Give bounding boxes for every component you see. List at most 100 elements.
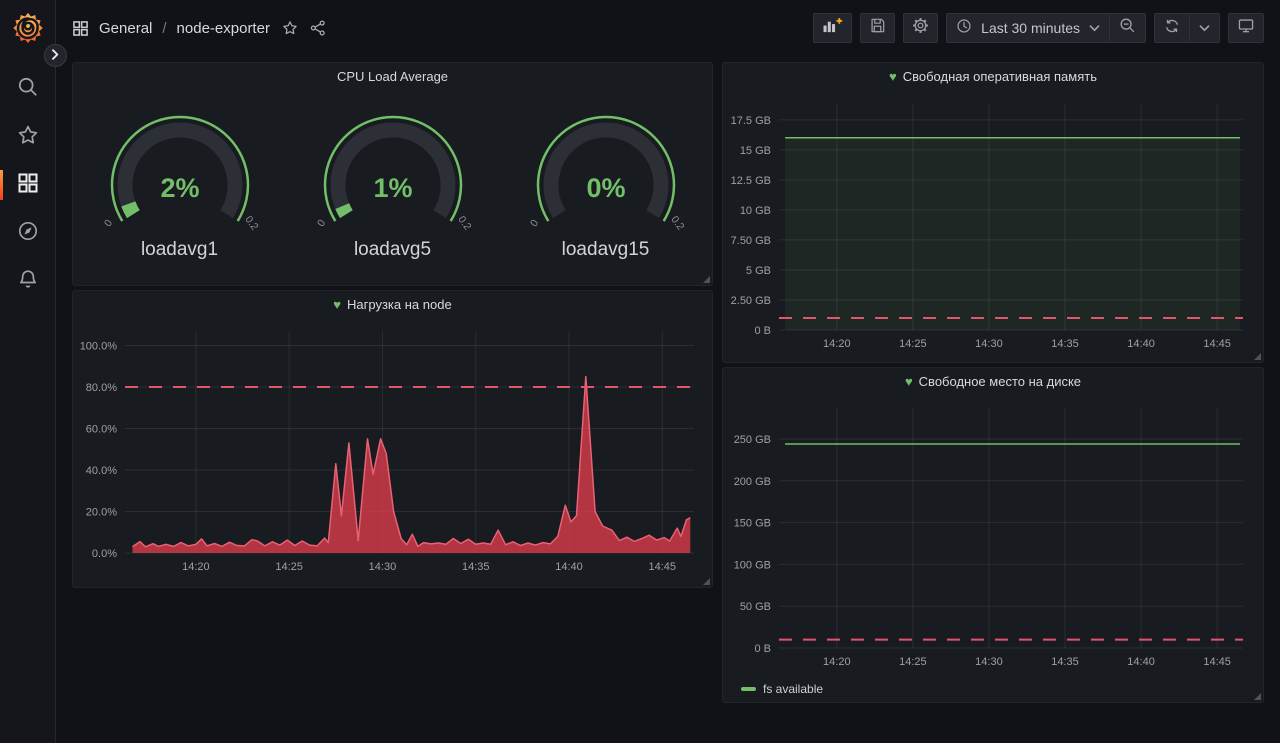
panel-resize-handle[interactable] [703, 276, 710, 283]
svg-text:14:35: 14:35 [1051, 656, 1079, 668]
dashboard-settings-button[interactable] [903, 13, 938, 43]
gauge-loadavg5: 1%00.2 loadavg5 [298, 113, 488, 261]
panel-resize-handle[interactable] [1254, 353, 1261, 360]
main-area: General / node-exporter [56, 0, 1280, 743]
time-range-label: Last 30 minutes [981, 20, 1080, 36]
svg-text:14:35: 14:35 [1051, 338, 1079, 350]
panel-node-load: ♥ Нагрузка на node 14:2014:2514:3014:351… [72, 290, 713, 588]
refresh-interval-dropdown[interactable] [1189, 14, 1219, 42]
svg-text:0.2: 0.2 [242, 214, 260, 233]
gauge-label: loadavg1 [141, 239, 218, 261]
node-load-chart[interactable]: 14:2014:2514:3014:3514:4014:450.0%20.0%4… [79, 317, 706, 581]
alert-ok-heart-icon: ♥ [333, 298, 341, 311]
dashboard-grid-icon [72, 20, 89, 37]
svg-text:0%: 0% [586, 173, 625, 203]
refresh-button[interactable] [1155, 14, 1189, 42]
svg-text:14:45: 14:45 [1203, 656, 1231, 668]
gauge-arc: 0%00.2 [511, 113, 701, 238]
refresh-group [1154, 13, 1220, 43]
sidebar-item-starred[interactable] [0, 113, 56, 161]
svg-text:14:30: 14:30 [369, 561, 397, 573]
svg-text:0 B: 0 B [754, 643, 771, 655]
svg-text:20.0%: 20.0% [86, 507, 117, 519]
panel-title-text: Свободное место на диске [919, 374, 1081, 389]
gauge-arc: 1%00.2 [298, 113, 488, 238]
star-icon [17, 124, 39, 151]
svg-text:40.0%: 40.0% [86, 465, 117, 477]
sidebar-expand-button[interactable] [44, 44, 67, 67]
svg-text:1%: 1% [373, 173, 412, 203]
panel-title-free-memory[interactable]: ♥ Свободная оперативная память [723, 63, 1263, 89]
tv-mode-button[interactable] [1228, 13, 1264, 43]
share-dashboard-button[interactable] [310, 20, 326, 36]
panel-cpu-load-average: CPU Load Average 2%00.2 loadavg1 1%00.2 … [72, 62, 713, 286]
svg-text:0: 0 [102, 217, 115, 229]
free-memory-chart[interactable]: 14:2014:2514:3014:3514:4014:450 B2.50 GB… [729, 89, 1257, 356]
panel-resize-handle[interactable] [1254, 693, 1261, 700]
svg-text:14:45: 14:45 [649, 561, 677, 573]
dashboard-toolbar: Last 30 minutes [813, 13, 1264, 43]
svg-text:80.0%: 80.0% [86, 382, 117, 394]
gauge-label: loadavg15 [562, 239, 650, 261]
legend-swatch [741, 687, 756, 691]
panel-title-text: Свободная оперативная память [903, 69, 1097, 84]
panel-title-text: CPU Load Average [337, 69, 448, 84]
chevron-down-icon [1199, 19, 1210, 37]
sidebar-item-explore[interactable] [0, 209, 56, 257]
grafana-logo[interactable] [7, 7, 49, 49]
panel-title-text: Нагрузка на node [347, 297, 452, 312]
zoom-out-button[interactable] [1109, 14, 1145, 42]
refresh-icon [1164, 18, 1180, 39]
time-range-picker[interactable]: Last 30 minutes [947, 14, 1109, 42]
svg-text:15 GB: 15 GB [740, 145, 771, 157]
svg-text:250 GB: 250 GB [734, 434, 771, 446]
bell-icon [17, 268, 39, 295]
share-icon [310, 20, 326, 36]
svg-text:14:40: 14:40 [1127, 338, 1155, 350]
gauge-label: loadavg5 [354, 239, 431, 261]
svg-text:0: 0 [315, 217, 328, 229]
sidebar-item-dashboards[interactable] [0, 161, 56, 209]
svg-text:14:25: 14:25 [899, 656, 927, 668]
dashboard-grid: CPU Load Average 2%00.2 loadavg1 1%00.2 … [56, 56, 1280, 743]
panel-title-cpu[interactable]: CPU Load Average [73, 63, 712, 89]
svg-text:0: 0 [528, 217, 541, 229]
star-dashboard-button[interactable] [282, 20, 298, 36]
save-icon [869, 17, 886, 39]
breadcrumb: General / node-exporter [72, 20, 326, 37]
svg-text:60.0%: 60.0% [86, 424, 117, 436]
legend-item-fs-available[interactable]: fs available [741, 682, 823, 696]
add-panel-button[interactable] [813, 13, 852, 43]
svg-text:150 GB: 150 GB [734, 518, 771, 530]
alert-ok-heart-icon: ♥ [905, 375, 913, 388]
svg-text:14:35: 14:35 [462, 561, 490, 573]
sidebar-item-search[interactable] [0, 65, 56, 113]
save-dashboard-button[interactable] [860, 13, 895, 43]
star-icon [282, 20, 298, 36]
breadcrumb-dashboard[interactable]: node-exporter [177, 20, 270, 37]
breadcrumb-separator: / [162, 20, 166, 37]
panel-title-free-disk[interactable]: ♥ Свободное место на диске [723, 368, 1263, 394]
gauge-loadavg15: 0%00.2 loadavg15 [511, 113, 701, 261]
gauge-arc: 2%00.2 [85, 113, 275, 238]
legend-label: fs available [763, 682, 823, 696]
svg-text:2.50 GB: 2.50 GB [731, 295, 771, 307]
gauge-loadavg1: 2%00.2 loadavg1 [85, 113, 275, 261]
svg-text:12.5 GB: 12.5 GB [731, 175, 771, 187]
dashboards-icon [17, 172, 39, 199]
search-icon [17, 76, 39, 103]
svg-text:100 GB: 100 GB [734, 559, 771, 571]
zoom-out-icon [1119, 17, 1136, 39]
svg-text:14:25: 14:25 [899, 338, 927, 350]
free-disk-chart[interactable]: 14:2014:2514:3014:3514:4014:450 B50 GB10… [729, 394, 1257, 674]
breadcrumb-folder[interactable]: General [99, 20, 152, 37]
panel-resize-handle[interactable] [703, 578, 710, 585]
sidebar-item-alerting[interactable] [0, 257, 56, 305]
time-picker-group: Last 30 minutes [946, 13, 1146, 43]
svg-text:200 GB: 200 GB [734, 476, 771, 488]
svg-text:14:25: 14:25 [275, 561, 303, 573]
svg-text:17.5 GB: 17.5 GB [731, 115, 771, 127]
panel-title-node-load[interactable]: ♥ Нагрузка на node [73, 291, 712, 317]
dashboard-header: General / node-exporter [56, 0, 1280, 56]
add-panel-icon [822, 17, 843, 39]
